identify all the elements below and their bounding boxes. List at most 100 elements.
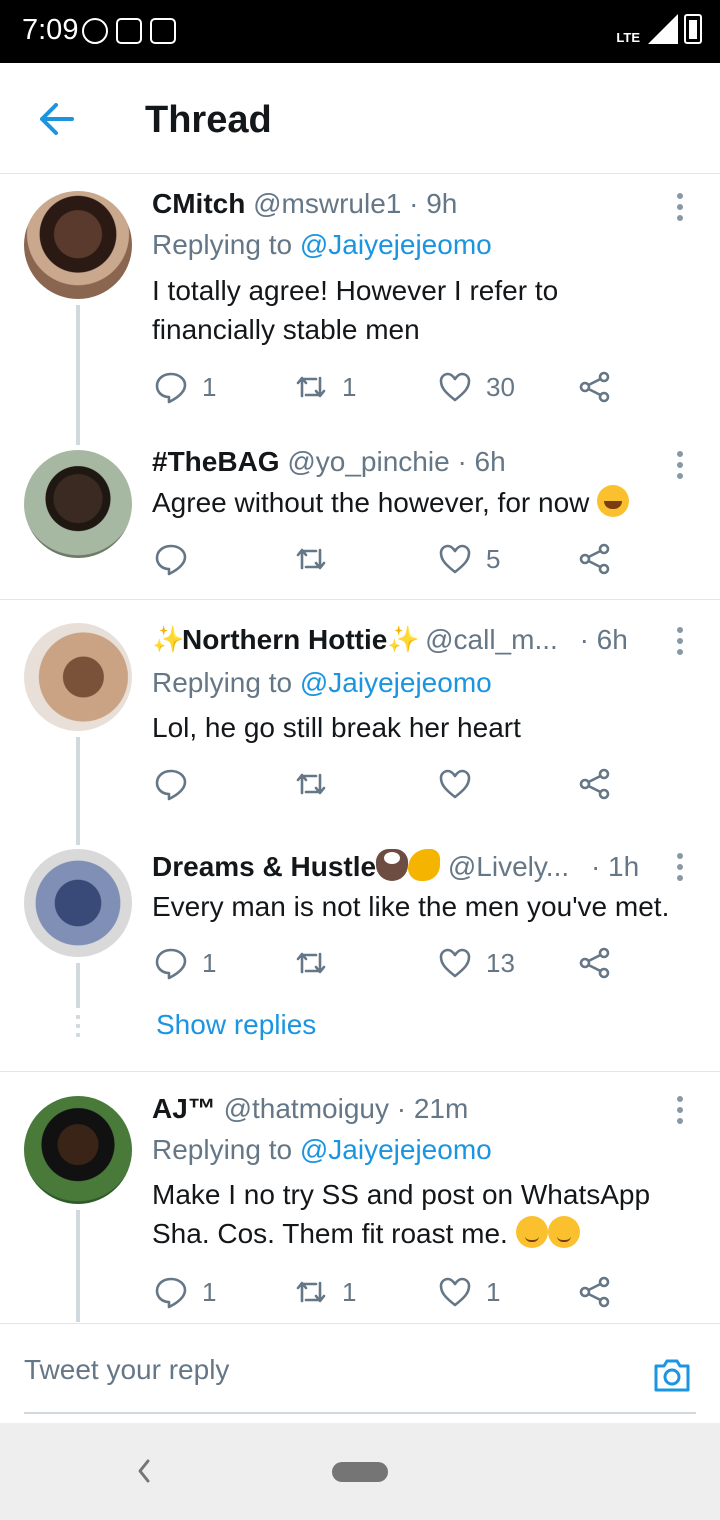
relieved-face-emoji-icon (547, 1216, 580, 1248)
retweet-button[interactable] (294, 539, 342, 579)
eagle-emoji-icon (376, 849, 409, 881)
tweet[interactable]: Dreams & Hustle @Lively... · 1h Every ma… (0, 835, 720, 1071)
retweet-button[interactable]: 1 (294, 367, 356, 407)
replying-to: Replying to @Jaiyejejeomo (152, 666, 492, 700)
retweet-icon (296, 1281, 326, 1303)
like-count: 5 (486, 543, 501, 574)
home-pill-icon[interactable] (332, 1462, 388, 1482)
share-button[interactable] (578, 539, 612, 579)
user-handle[interactable]: @call_m... (425, 624, 558, 655)
display-name[interactable]: #TheBAG (152, 446, 280, 477)
mention-link[interactable]: @Jaiyejejeomo (300, 1134, 492, 1165)
back-arrow-icon[interactable] (36, 101, 76, 137)
heart-icon (439, 1277, 471, 1307)
status-time: 7:09 (22, 14, 79, 46)
display-name[interactable]: AJ™ (152, 1093, 216, 1124)
mention-link[interactable]: @Jaiyejejeomo (300, 229, 492, 260)
retweet-icon (296, 548, 326, 570)
status-notification-icons (82, 18, 176, 44)
mention-link[interactable]: @Jaiyejejeomo (300, 667, 492, 698)
reply-button[interactable]: 1 (154, 1272, 216, 1312)
display-name[interactable]: Northern Hottie (182, 624, 387, 655)
retweet-icon (296, 773, 326, 795)
share-button[interactable] (578, 367, 612, 407)
status-bar: 7:09 LTE (0, 0, 720, 63)
avatar[interactable] (24, 1096, 132, 1204)
share-button[interactable] (578, 1272, 612, 1312)
user-handle[interactable]: @thatmoiguy (224, 1093, 389, 1124)
more-options-icon[interactable] (676, 853, 684, 883)
user-handle[interactable]: @Lively... (448, 851, 569, 882)
like-count: 1 (486, 1276, 501, 1307)
reply-button[interactable] (154, 539, 202, 579)
tweet[interactable]: CMitch @mswrule1 · 9h Replying to @Jaiye… (0, 175, 720, 445)
relieved-face-emoji-icon (515, 1216, 548, 1248)
reply-icon (155, 544, 187, 576)
retweet-button[interactable] (294, 943, 342, 983)
retweet-button[interactable]: 1 (294, 1272, 356, 1312)
reply-composer: Tweet your reply (0, 1323, 720, 1423)
display-name[interactable]: CMitch (152, 188, 245, 219)
reply-icon (155, 769, 187, 801)
heart-icon (439, 948, 471, 978)
reply-button[interactable]: 1 (154, 943, 216, 983)
tweet[interactable]: #TheBAG @yo_pinchie · 6h Agree without t… (0, 435, 720, 600)
share-icon (579, 947, 610, 979)
more-options-icon[interactable] (676, 451, 684, 481)
nav-back-icon[interactable] (134, 1457, 154, 1485)
like-button[interactable]: 5 (438, 539, 500, 579)
heart-icon (439, 372, 471, 402)
reply-icon (155, 948, 187, 980)
tweet-actions (154, 764, 624, 804)
heart-icon (439, 544, 471, 574)
show-replies-link[interactable]: Show replies (156, 1009, 316, 1041)
google-news-icon (150, 18, 176, 44)
replying-to-label: Replying to (152, 667, 300, 698)
like-button[interactable] (438, 764, 486, 804)
display-name[interactable]: Dreams & Hustle (152, 851, 376, 882)
more-options-icon[interactable] (676, 193, 684, 223)
like-button[interactable]: 1 (438, 1272, 500, 1312)
tweet[interactable]: AJ™ @thatmoiguy · 21m Replying to @Jaiye… (0, 1072, 720, 1322)
tweet-actions: 1 13 (154, 943, 624, 983)
avatar[interactable] (24, 191, 132, 299)
tweet[interactable]: Northern Hottie @call_m... · 6h Replying… (0, 600, 720, 845)
reply-icon (155, 1277, 187, 1309)
retweet-icon (296, 376, 326, 398)
tweet-text-content: Agree without the however, for now (152, 487, 590, 518)
like-button[interactable]: 30 (438, 367, 515, 407)
camera-icon[interactable] (652, 1356, 692, 1394)
reply-input[interactable]: Tweet your reply (24, 1354, 584, 1386)
avatar[interactable] (24, 849, 132, 957)
page-title: Thread (145, 99, 272, 141)
more-options-icon[interactable] (676, 627, 684, 657)
sparkles-emoji-icon (152, 622, 184, 656)
share-button[interactable] (578, 943, 612, 983)
more-options-icon[interactable] (676, 1096, 684, 1126)
share-icon (579, 768, 610, 800)
reply-button[interactable] (154, 764, 202, 804)
share-icon (579, 1276, 610, 1308)
avatar[interactable] (24, 623, 132, 731)
reply-count: 1 (202, 371, 217, 402)
user-handle[interactable]: @mswrule1 (253, 188, 401, 219)
retweet-button[interactable] (294, 764, 342, 804)
top-app-bar: Thread (0, 63, 720, 174)
like-button[interactable]: 13 (438, 943, 515, 983)
thread-dots (76, 1015, 80, 1042)
tweet-time: · 9h (409, 188, 458, 219)
like-count: 13 (486, 947, 515, 978)
tweet-header: CMitch @mswrule1 · 9h (152, 187, 660, 221)
thread-line (76, 1210, 80, 1322)
user-handle[interactable]: @yo_pinchie (287, 446, 449, 477)
system-navigation-bar (0, 1423, 720, 1520)
share-button[interactable] (578, 764, 612, 804)
tweet-time: · 1h (590, 851, 640, 882)
signal-icon (648, 14, 678, 44)
avatar[interactable] (24, 450, 132, 558)
thread-line (76, 963, 80, 1008)
flexed-biceps-emoji-icon (408, 849, 441, 881)
tweet-text: Make I no try SS and post on WhatsApp Sh… (152, 1175, 680, 1253)
heart-icon (439, 769, 471, 799)
reply-button[interactable]: 1 (154, 367, 216, 407)
